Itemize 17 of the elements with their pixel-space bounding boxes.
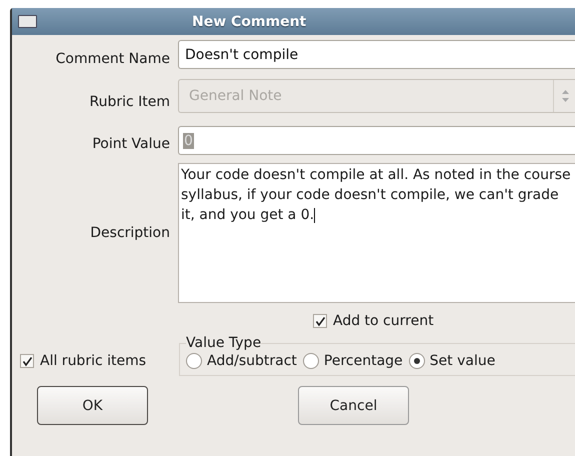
spinner-arrows-icon — [560, 89, 570, 103]
dialog-button[interactable]: Cancel — [298, 386, 409, 425]
all-rubric-items-checkbox[interactable]: All rubric items — [20, 353, 175, 369]
field-label: Rubric Item — [88, 94, 170, 110]
value-type-radio[interactable]: Percentage — [302, 353, 403, 369]
field-label: Comment Name — [54, 50, 170, 66]
value-type-radio[interactable]: Add/subtract — [186, 353, 297, 369]
value-type-radio[interactable]: Set value — [408, 353, 496, 369]
window-title: New Comment — [192, 14, 306, 30]
dialog-button[interactable]: OK — [37, 386, 148, 425]
comment-name-field[interactable]: Doesn't compile — [178, 40, 575, 69]
field-label: Description — [89, 225, 170, 241]
description-text-area[interactable]: Your code doesn't compile at all. As noted in the course syllabus, if your code doesn't compile, we can't grade it, and you get a 0. — [178, 163, 575, 303]
window-menu-icon[interactable] — [18, 15, 37, 28]
add-to-current-checkbox[interactable]: Add to current — [313, 313, 434, 329]
field-label: Point Value — [91, 136, 170, 152]
group-title: Value Type — [186, 335, 262, 351]
